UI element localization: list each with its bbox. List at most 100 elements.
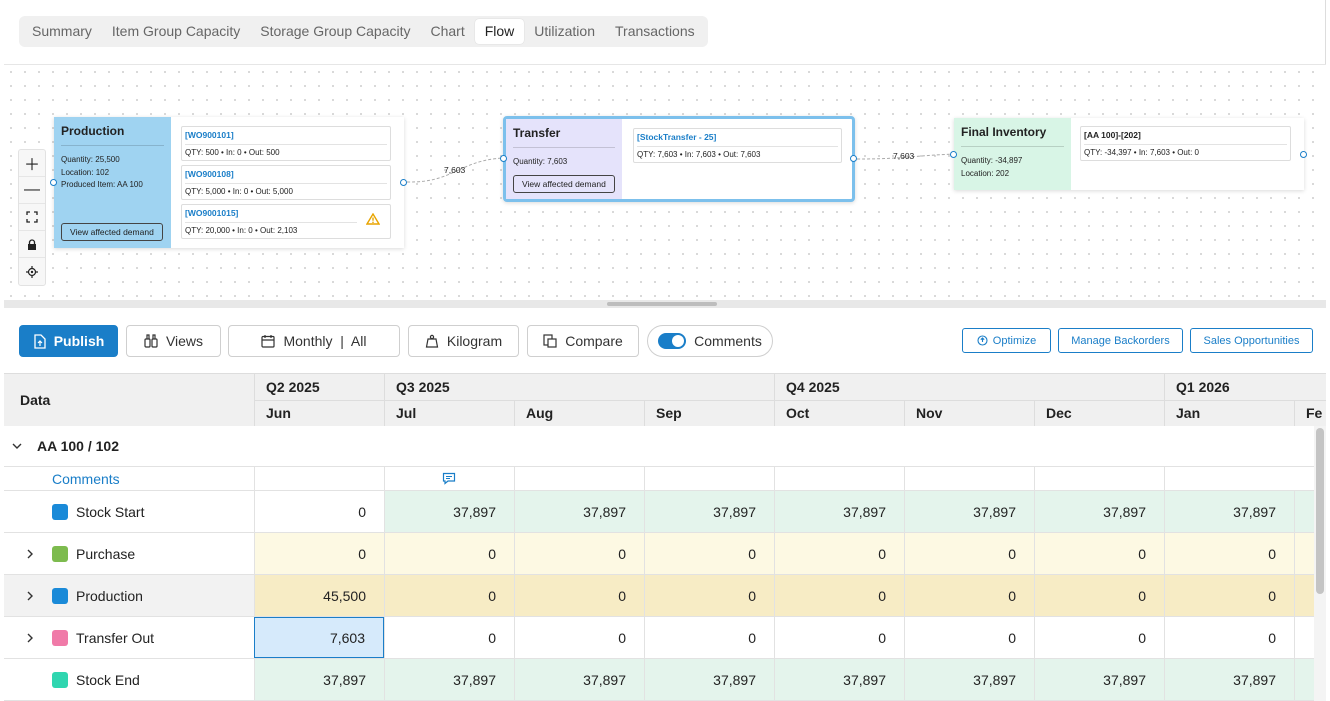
- view-affected-demand-button[interactable]: View affected demand: [513, 175, 615, 193]
- value-cell[interactable]: 0: [1164, 533, 1294, 574]
- input-port[interactable]: [500, 155, 507, 162]
- value-cell[interactable]: 0: [904, 575, 1034, 616]
- value-cell[interactable]: 0: [1164, 575, 1294, 616]
- value-cell[interactable]: 37,897: [384, 491, 514, 532]
- value-cell[interactable]: 0: [514, 533, 644, 574]
- view-affected-demand-button[interactable]: View affected demand: [61, 223, 163, 241]
- value-cell[interactable]: [1294, 617, 1314, 658]
- value-cell[interactable]: 0: [514, 575, 644, 616]
- value-cell[interactable]: 37,897: [644, 491, 774, 532]
- value-cell[interactable]: 0: [1034, 533, 1164, 574]
- tab-summary[interactable]: Summary: [22, 19, 102, 44]
- production-node[interactable]: Production Quantity: 25,500 Location: 10…: [54, 117, 404, 248]
- value-cell[interactable]: 0: [774, 617, 904, 658]
- chevron-right-icon[interactable]: [26, 617, 34, 658]
- scrollbar-thumb[interactable]: [1316, 428, 1324, 594]
- value-cell[interactable]: 0: [1164, 617, 1294, 658]
- tab-flow[interactable]: Flow: [474, 19, 525, 44]
- period-selector[interactable]: Monthly | All: [228, 325, 400, 357]
- order-card[interactable]: [AA 100]-[202] QTY: -34,397 • In: 7,603 …: [1080, 126, 1291, 161]
- transfer-node[interactable]: Transfer Quantity: 7,603 View affected d…: [503, 116, 855, 202]
- value-cell[interactable]: 45,500: [254, 575, 384, 616]
- value-cell[interactable]: [1294, 575, 1314, 616]
- manage-backorders-button[interactable]: Manage Backorders: [1058, 328, 1183, 353]
- lock-icon[interactable]: [19, 231, 45, 258]
- value-cell[interactable]: 0: [774, 533, 904, 574]
- toggle-switch[interactable]: [658, 333, 687, 349]
- data-row-stock-end[interactable]: Stock End 37,897 37,897 37,897 37,897 37,897 3…: [4, 659, 1314, 701]
- data-row-production[interactable]: Production 45,500 0 0 0 0 0 0 0: [4, 575, 1314, 617]
- optimize-button[interactable]: Optimize: [962, 328, 1051, 353]
- value-cell[interactable]: 0: [644, 575, 774, 616]
- value-cell[interactable]: [1294, 533, 1314, 574]
- sales-opportunities-button[interactable]: Sales Opportunities: [1190, 328, 1313, 353]
- value-cell[interactable]: 0: [384, 617, 514, 658]
- publish-button[interactable]: Publish: [19, 325, 118, 357]
- comment-icon[interactable]: [384, 467, 514, 490]
- value-cell[interactable]: 0: [384, 533, 514, 574]
- order-card[interactable]: [WO9001015] QTY: 20,000 • In: 0 • Out: 2…: [181, 204, 391, 239]
- order-card[interactable]: [WO900108] QTY: 5,000 • In: 0 • Out: 5,0…: [181, 165, 391, 200]
- order-card[interactable]: [StockTransfer - 25] QTY: 7,603 • In: 7,…: [633, 128, 842, 163]
- value-cell[interactable]: 37,897: [514, 659, 644, 700]
- value-cell[interactable]: 0: [1034, 617, 1164, 658]
- comments-toggle[interactable]: Comments: [647, 325, 773, 357]
- value-cell[interactable]: 37,897: [644, 659, 774, 700]
- value-cell[interactable]: 37,897: [904, 659, 1034, 700]
- input-port[interactable]: [950, 151, 957, 158]
- value-cell[interactable]: 37,897: [514, 491, 644, 532]
- splitter-grip[interactable]: [607, 302, 717, 306]
- tab-item-group-capacity[interactable]: Item Group Capacity: [102, 19, 250, 44]
- final-inventory-node[interactable]: Final Inventory Quantity: -34,897 Locati…: [954, 118, 1304, 190]
- output-port[interactable]: [850, 155, 857, 162]
- tab-transactions[interactable]: Transactions: [605, 19, 705, 44]
- output-port[interactable]: [400, 179, 407, 186]
- zoom-in-icon[interactable]: ＋: [19, 150, 45, 177]
- value-cell[interactable]: 0: [1034, 575, 1164, 616]
- value-cell[interactable]: 37,897: [1164, 659, 1294, 700]
- tab-utilization[interactable]: Utilization: [524, 19, 605, 44]
- zoom-out-icon[interactable]: —: [19, 177, 45, 204]
- value-cell[interactable]: 37,897: [774, 491, 904, 532]
- order-card[interactable]: [WO900101] QTY: 500 • In: 0 • Out: 500: [181, 126, 391, 161]
- tab-chart[interactable]: Chart: [421, 19, 475, 44]
- data-row-stock-start[interactable]: Stock Start 0 37,897 37,897 37,897 37,897 37,8…: [4, 491, 1314, 533]
- chevron-down-icon[interactable]: [12, 426, 22, 466]
- value-cell[interactable]: 37,897: [1164, 491, 1294, 532]
- value-cell[interactable]: 0: [384, 575, 514, 616]
- value-cell[interactable]: 37,897: [1034, 659, 1164, 700]
- value-cell[interactable]: [1294, 659, 1314, 700]
- chevron-right-icon[interactable]: [26, 533, 34, 574]
- value-cell[interactable]: 37,897: [1034, 491, 1164, 532]
- value-cell[interactable]: 0: [254, 533, 384, 574]
- value-cell[interactable]: 37,897: [384, 659, 514, 700]
- input-port[interactable]: [50, 179, 57, 186]
- group-row[interactable]: AA 100 / 102: [4, 426, 1314, 467]
- chevron-right-icon[interactable]: [26, 575, 34, 616]
- pane-splitter[interactable]: [4, 300, 1326, 308]
- fit-view-icon[interactable]: [19, 204, 45, 231]
- value-cell[interactable]: 0: [904, 533, 1034, 574]
- value-cell[interactable]: 0: [774, 575, 904, 616]
- vertical-scrollbar[interactable]: [1314, 426, 1326, 701]
- tab-storage-group-capacity[interactable]: Storage Group Capacity: [250, 19, 420, 44]
- value-cell[interactable]: 0: [254, 491, 384, 532]
- flow-canvas[interactable]: ＋ — Production Quantity: 25,500 Location…: [4, 64, 1326, 300]
- data-row-purchase[interactable]: Purchase 0 0 0 0 0 0 0 0: [4, 533, 1314, 575]
- value-cell[interactable]: 7,603: [254, 617, 384, 658]
- value-cell[interactable]: 37,897: [904, 491, 1034, 532]
- compare-button[interactable]: Compare: [527, 325, 639, 357]
- order-qty: QTY: 500 • In: 0 • Out: 500: [185, 148, 280, 157]
- value-cell[interactable]: 0: [904, 617, 1034, 658]
- data-row-transfer-out[interactable]: Transfer Out 7,603 0 0 0 0 0 0 0: [4, 617, 1314, 659]
- value-cell[interactable]: 0: [644, 533, 774, 574]
- value-cell[interactable]: [1294, 491, 1314, 532]
- views-button[interactable]: Views: [126, 325, 221, 357]
- center-icon[interactable]: [19, 258, 45, 285]
- value-cell[interactable]: 37,897: [774, 659, 904, 700]
- value-cell[interactable]: 0: [644, 617, 774, 658]
- unit-selector[interactable]: Kilogram: [408, 325, 519, 357]
- output-port[interactable]: [1300, 151, 1307, 158]
- value-cell[interactable]: 0: [514, 617, 644, 658]
- value-cell[interactable]: 37,897: [254, 659, 384, 700]
